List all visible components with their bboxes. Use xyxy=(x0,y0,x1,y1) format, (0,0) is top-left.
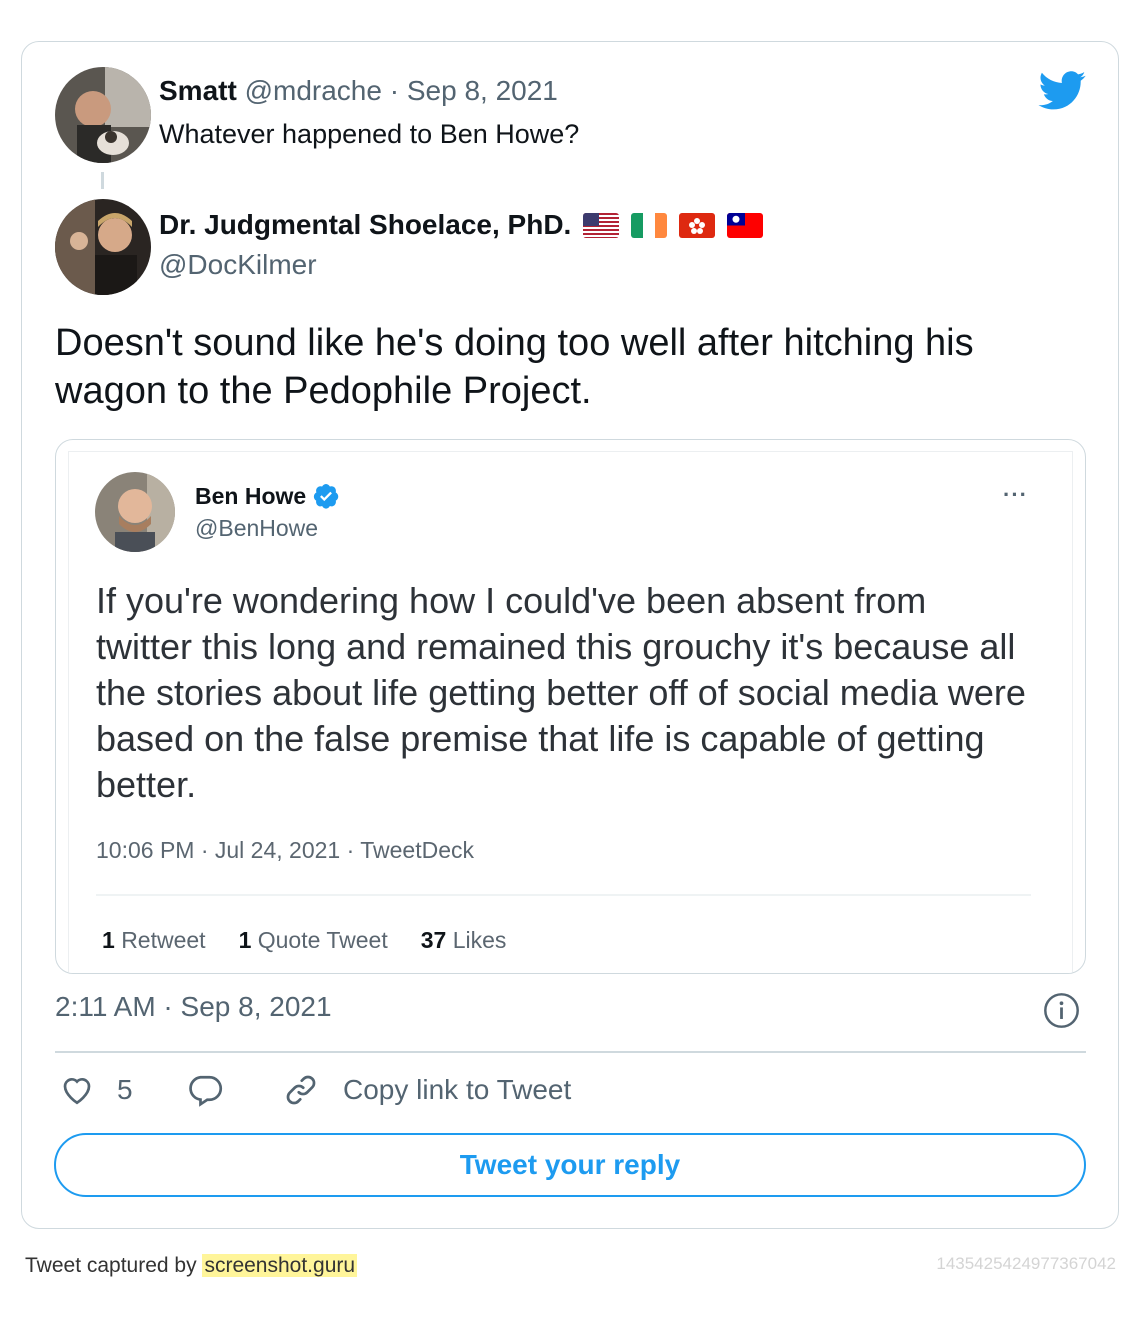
parent-date[interactable]: · Sep 8, 2021 xyxy=(390,75,558,106)
smatt-avatar[interactable] xyxy=(55,67,151,163)
parent-tweet-header: Smatt @mdrache · Sep 8, 2021 xyxy=(159,75,558,107)
likes-stat[interactable]: 37 Likes xyxy=(421,927,507,954)
quote-tweet-label: Quote Tweet xyxy=(257,927,388,953)
capture-credit: Tweet captured by screenshot.guru xyxy=(25,1254,358,1278)
quoted-display-name[interactable]: Ben Howe xyxy=(195,483,306,510)
like-count: 5 xyxy=(117,1074,133,1105)
heart-icon xyxy=(63,1078,91,1105)
quoted-tweet-text: If you're wondering how I could've been … xyxy=(96,580,1026,805)
tweet-card: Smatt @mdrache · Sep 8, 2021 Whatever ha… xyxy=(21,41,1119,1229)
link-icon xyxy=(286,1075,316,1105)
reply-bubble-icon xyxy=(189,1075,223,1107)
verified-badge-icon xyxy=(314,483,339,509)
main-tweet-header: Dr. Judgmental Shoelace, PhD. xyxy=(159,209,764,241)
main-handle[interactable]: @DocKilmer xyxy=(159,249,317,281)
screenshot-guru-link[interactable]: screenshot.guru xyxy=(202,1254,358,1277)
info-icon[interactable] xyxy=(1043,992,1080,1029)
taiwan-flag-icon xyxy=(727,212,764,238)
retweet-label: Retweet xyxy=(121,927,206,953)
us-flag-icon xyxy=(583,212,620,238)
dockilmer-avatar[interactable] xyxy=(55,199,151,295)
parent-display-name[interactable]: Smatt xyxy=(159,75,237,106)
main-display-name[interactable]: Dr. Judgmental Shoelace, PhD. xyxy=(159,209,571,241)
quote-tweet-stat[interactable]: 1 Quote Tweet xyxy=(239,927,388,954)
tweet-timestamp[interactable]: 2:11 AM · Sep 8, 2021 xyxy=(55,991,332,1023)
likes-count: 37 xyxy=(420,927,447,953)
parent-tweet-text: Whatever happened to Ben Howe? xyxy=(159,119,580,149)
likes-label: Likes xyxy=(452,927,507,953)
like-button[interactable]: 5 xyxy=(59,1072,133,1108)
copy-link-label: Copy link to Tweet xyxy=(343,1074,572,1105)
quote-tweet-count: 1 xyxy=(238,927,252,953)
action-divider xyxy=(55,1051,1086,1053)
parent-handle[interactable]: @mdrache xyxy=(245,75,382,106)
more-options-icon[interactable]: ··· xyxy=(1003,482,1028,508)
tweet-actions: 5 Copy link to Tweet xyxy=(59,1072,1059,1114)
tweet-id: 1435425424977367042 xyxy=(936,1254,1116,1273)
reply-button[interactable] xyxy=(187,1072,223,1108)
hong-kong-flag-icon xyxy=(679,212,716,238)
thread-connector xyxy=(101,172,104,189)
capture-credit-prefix: Tweet captured by xyxy=(25,1254,197,1277)
quoted-stats: 1 Retweet 1 Quote Tweet 37 Likes xyxy=(102,927,539,954)
copy-link-button[interactable]: Copy link to Tweet xyxy=(283,1072,571,1108)
quoted-header: Ben Howe xyxy=(195,482,340,510)
quoted-tweet-screenshot: Ben Howe @BenHowe ··· If you're wonderin… xyxy=(68,451,1073,973)
tweet-your-reply-button[interactable]: Tweet your reply xyxy=(54,1133,1086,1197)
benhowe-avatar[interactable] xyxy=(95,472,175,552)
quoted-handle[interactable]: @BenHowe xyxy=(195,515,318,542)
main-tweet-text: Doesn't sound like he's doing too well a… xyxy=(55,322,974,412)
quoted-divider xyxy=(96,894,1031,896)
retweet-stat[interactable]: 1 Retweet xyxy=(102,927,206,954)
quoted-tweet-card[interactable]: Ben Howe @BenHowe ··· If you're wonderin… xyxy=(55,439,1086,974)
quoted-tweet-meta: 10:06 PM · Jul 24, 2021 · TweetDeck xyxy=(96,837,474,863)
ireland-flag-icon xyxy=(631,212,668,238)
twitter-bird-icon[interactable] xyxy=(1038,71,1087,111)
retweet-count: 1 xyxy=(102,927,115,953)
